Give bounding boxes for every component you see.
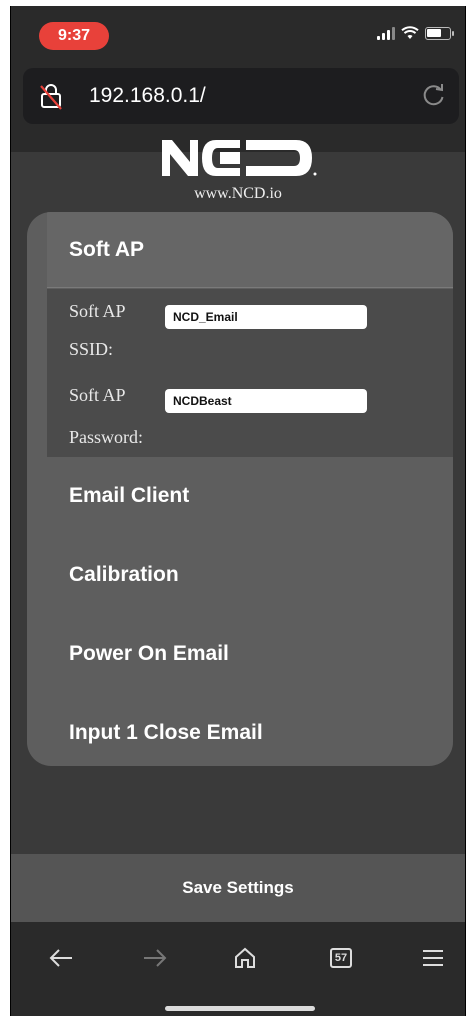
soft-ap-ssid-input[interactable]: [165, 305, 367, 329]
ncd-logo: www.NCD.io: [11, 138, 465, 203]
section-email-client[interactable]: Email Client: [47, 466, 453, 526]
settings-panel: Soft AP Soft AP SSID: Soft AP Password: …: [27, 212, 453, 766]
wifi-icon: [401, 26, 419, 39]
address-bar[interactable]: 192.168.0.1/: [23, 68, 459, 124]
tabs-icon: 57: [330, 948, 352, 968]
password-label-line2: Password:: [69, 427, 144, 447]
home-icon: [235, 947, 255, 968]
section-soft-ap[interactable]: Soft AP: [47, 212, 453, 288]
logo-url[interactable]: www.NCD.io: [11, 185, 465, 203]
ncd-logo-mark: [162, 140, 317, 176]
forward-button[interactable]: [135, 940, 175, 976]
signal-icon: [377, 26, 395, 40]
arrow-left-icon: [49, 949, 72, 967]
ssid-label-line2: SSID:: [69, 339, 114, 359]
battery-icon: [425, 26, 454, 40]
save-settings-button[interactable]: Save Settings: [11, 854, 465, 922]
lock-slash-icon[interactable]: [39, 82, 63, 110]
menu-button[interactable]: [413, 940, 453, 976]
status-icons: [377, 26, 454, 40]
phone-screen: 9:37 192.168.0.1/ www.NCD.io Soft AP Sof…: [10, 6, 466, 1016]
section-input1-close-email[interactable]: Input 1 Close Email: [47, 703, 453, 763]
ssid-label-line1: Soft AP: [69, 301, 126, 321]
section-calibration[interactable]: Calibration: [47, 545, 453, 605]
tabs-button[interactable]: 57: [321, 940, 361, 976]
url-text[interactable]: 192.168.0.1/: [89, 84, 206, 108]
section-power-on-email[interactable]: Power On Email: [47, 624, 453, 684]
reload-icon[interactable]: [421, 82, 447, 108]
home-button[interactable]: [225, 940, 265, 976]
soft-ap-form: Soft AP SSID: Soft AP Password:: [47, 289, 453, 457]
soft-ap-password-input[interactable]: [165, 389, 367, 413]
back-button[interactable]: [41, 940, 81, 976]
arrow-right-icon: [144, 949, 167, 967]
password-label-line1: Soft AP: [69, 385, 126, 405]
home-indicator[interactable]: [165, 1006, 315, 1011]
status-time[interactable]: 9:37: [39, 22, 109, 50]
hamburger-menu-icon: [423, 950, 443, 966]
status-bar: 9:37: [11, 6, 465, 64]
browser-toolbar: 57: [11, 922, 465, 1016]
